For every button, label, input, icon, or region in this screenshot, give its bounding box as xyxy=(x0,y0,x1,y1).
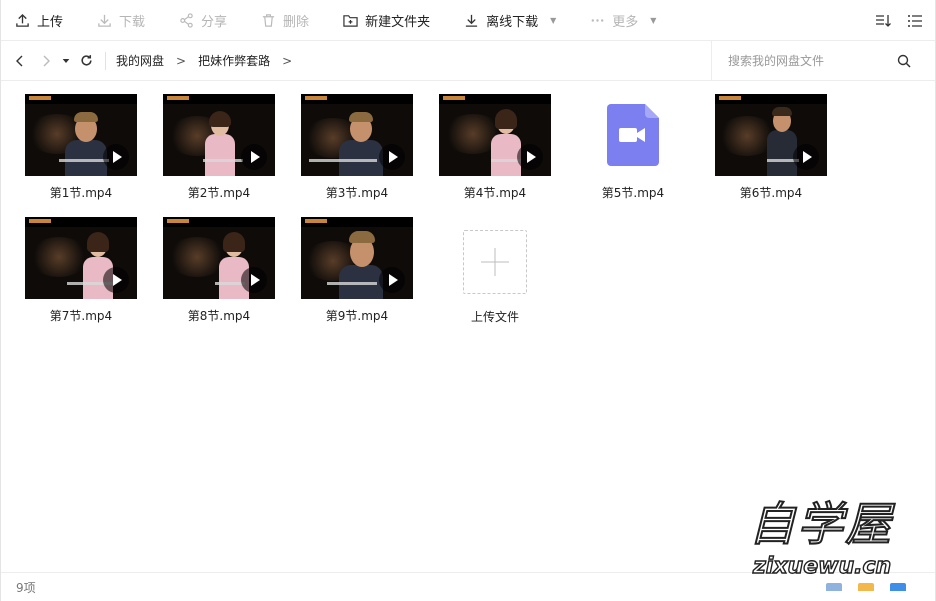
play-icon xyxy=(517,144,543,170)
file-name: 第3节.mp4 xyxy=(325,186,389,200)
play-icon xyxy=(241,267,267,293)
file-manager-window: 上传 下载 分享 删除 新建文件夹 离线下载 ▼ 更多 ▼ 我的网盘 > 把妹作… xyxy=(0,0,936,601)
search-box xyxy=(711,41,935,81)
toolbar: 上传 下载 分享 删除 新建文件夹 离线下载 ▼ 更多 ▼ xyxy=(1,0,935,41)
watermark-main-text: 自学屋 xyxy=(748,496,893,552)
video-thumbnail xyxy=(439,94,551,176)
trash-icon xyxy=(262,13,275,27)
upload-label: 上传 xyxy=(37,14,64,30)
file-name: 第6节.mp4 xyxy=(739,186,803,200)
download-button[interactable]: 下载 xyxy=(97,0,145,41)
video-thumbnail xyxy=(25,94,137,176)
video-thumbnail xyxy=(301,217,413,299)
forward-icon[interactable] xyxy=(33,41,59,81)
play-icon xyxy=(103,267,129,293)
search-icon[interactable] xyxy=(897,54,911,68)
new-folder-icon xyxy=(343,14,358,27)
offline-download-icon xyxy=(465,14,478,27)
navigation-bar: 我的网盘 > 把妹作弊套路 > xyxy=(1,41,935,81)
more-label: 更多 xyxy=(612,14,639,30)
item-count: 9项 xyxy=(16,580,36,595)
file-name: 第7节.mp4 xyxy=(49,309,113,323)
chevron-down-icon: ▼ xyxy=(550,15,557,25)
back-icon[interactable] xyxy=(7,41,33,81)
video-thumbnail xyxy=(163,217,275,299)
upload-file-label: 上传文件 xyxy=(470,310,519,324)
play-icon xyxy=(103,144,129,170)
file-name: 第4节.mp4 xyxy=(463,186,527,200)
nav-divider xyxy=(105,51,106,70)
breadcrumb-current-folder[interactable]: 把妹作弊套路 xyxy=(198,52,270,69)
file-grid: 第1节.mp4 第2节.mp4 第3节.mp4 第4节.mp4 第5节.mp4 … xyxy=(25,94,905,325)
upload-icon xyxy=(16,13,29,27)
offline-download-button[interactable]: 离线下载 ▼ xyxy=(464,0,556,41)
file-name: 第1节.mp4 xyxy=(49,186,113,200)
file-item[interactable]: 第9节.mp4 xyxy=(301,217,413,325)
play-icon xyxy=(793,144,819,170)
file-name: 第2节.mp4 xyxy=(187,186,251,200)
plus-icon xyxy=(463,230,527,294)
share-icon xyxy=(180,12,193,28)
list-view-icon[interactable] xyxy=(907,13,923,29)
file-item[interactable]: 第6节.mp4 xyxy=(715,94,827,201)
play-icon xyxy=(379,267,405,293)
file-item[interactable]: 第7节.mp4 xyxy=(25,217,137,325)
file-name: 第8节.mp4 xyxy=(187,309,251,323)
breadcrumb-root[interactable]: 我的网盘 xyxy=(116,52,164,69)
file-item[interactable]: 第2节.mp4 xyxy=(163,94,275,201)
sort-icon[interactable] xyxy=(875,13,891,29)
download-icon xyxy=(98,14,111,27)
share-button[interactable]: 分享 xyxy=(179,0,227,41)
play-icon xyxy=(241,144,267,170)
delete-button[interactable]: 删除 xyxy=(261,0,309,41)
offline-download-label: 离线下载 xyxy=(486,14,539,30)
status-bar: 9项 xyxy=(1,572,935,601)
file-item[interactable]: 第4节.mp4 xyxy=(439,94,551,201)
file-name: 第9节.mp4 xyxy=(325,309,389,323)
new-folder-label: 新建文件夹 xyxy=(365,14,431,30)
breadcrumb-separator: > xyxy=(176,53,187,68)
file-item[interactable]: 第3节.mp4 xyxy=(301,94,413,201)
play-icon xyxy=(379,144,405,170)
video-thumbnail xyxy=(715,94,827,176)
upload-button[interactable]: 上传 xyxy=(15,0,63,41)
video-thumbnail xyxy=(25,217,137,299)
video-thumbnail xyxy=(163,94,275,176)
breadcrumb-separator: > xyxy=(282,53,293,68)
refresh-icon[interactable] xyxy=(73,41,99,81)
history-dropdown-icon[interactable] xyxy=(59,41,73,81)
view-controls xyxy=(875,0,923,41)
new-folder-button[interactable]: 新建文件夹 xyxy=(343,0,430,41)
more-button[interactable]: 更多 ▼ xyxy=(590,0,656,41)
video-thumbnail xyxy=(301,94,413,176)
video-file-icon xyxy=(577,94,689,176)
share-label: 分享 xyxy=(201,14,228,30)
file-item[interactable]: 第8节.mp4 xyxy=(163,217,275,325)
delete-label: 删除 xyxy=(283,14,310,30)
download-label: 下载 xyxy=(119,14,146,30)
file-item[interactable]: 第5节.mp4 xyxy=(577,94,689,201)
upload-file-tile[interactable]: 上传文件 xyxy=(439,217,551,325)
breadcrumb: 我的网盘 > 把妹作弊套路 > xyxy=(116,52,304,69)
more-icon xyxy=(591,18,604,22)
chevron-down-icon: ▼ xyxy=(650,15,657,25)
file-name: 第5节.mp4 xyxy=(601,186,665,200)
file-item[interactable]: 第1节.mp4 xyxy=(25,94,137,201)
search-input[interactable] xyxy=(728,54,893,68)
